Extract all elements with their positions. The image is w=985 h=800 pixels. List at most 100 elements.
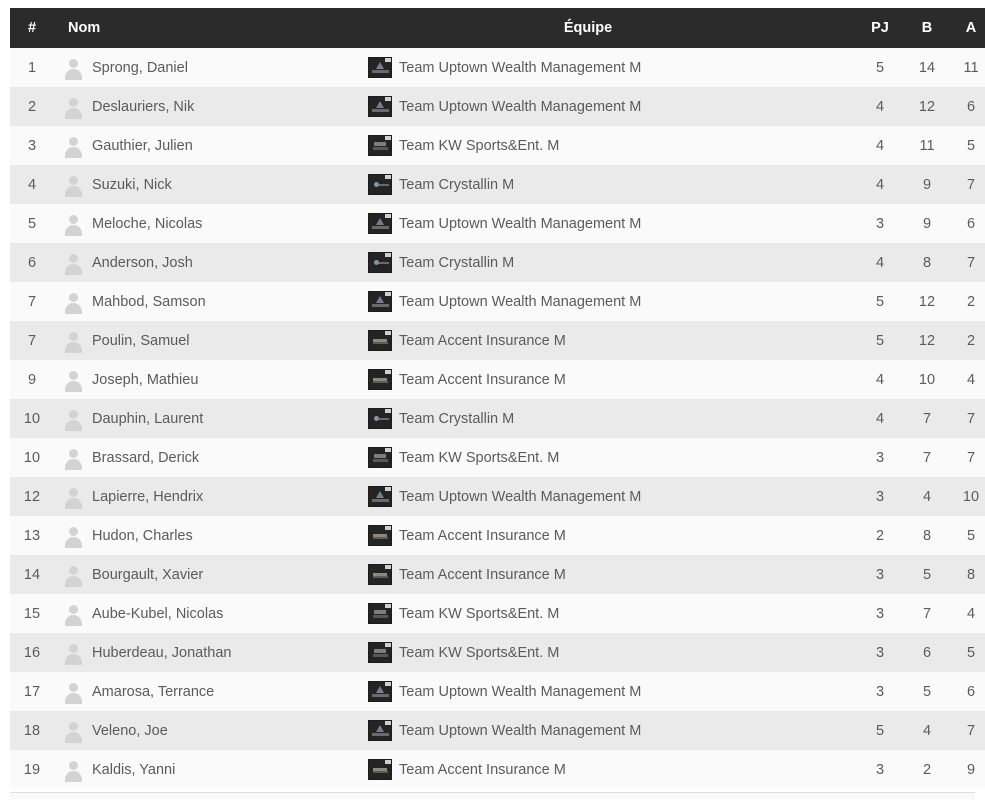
column-header-games[interactable]: PJ — [856, 8, 904, 48]
cell-games: 4 — [875, 98, 885, 115]
player-name-label[interactable]: Meloche, Nicolas — [92, 216, 202, 232]
team-name-label[interactable]: Team Uptown Wealth Management M — [399, 216, 641, 232]
player-name-label[interactable]: Veleno, Joe — [92, 723, 168, 739]
team-name-label[interactable]: Team Accent Insurance M — [399, 528, 566, 544]
table-row[interactable]: 9 Joseph, Mathieu Team Accent Insurance M 4… — [10, 360, 985, 399]
cell-games: 4 — [875, 371, 885, 388]
person-avatar-icon — [62, 291, 84, 314]
team-cell-content: Team Accent Insurance M — [368, 330, 856, 351]
team-cell-content: Team Uptown Wealth Management M — [368, 213, 856, 234]
person-avatar-icon — [62, 720, 84, 743]
team-cell-content: Team Crystallin M — [368, 408, 856, 429]
cell-assists: 7 — [966, 410, 976, 427]
table-row[interactable]: 17 Amarosa, Terrance Team Uptown Wealth Ma… — [10, 672, 985, 711]
cell-goals: 7 — [922, 605, 932, 622]
team-name-label[interactable]: Team KW Sports&Ent. M — [399, 606, 559, 622]
team-cell-content: Team Uptown Wealth Management M — [368, 681, 856, 702]
player-name-label[interactable]: Gauthier, Julien — [92, 138, 193, 154]
player-name-label[interactable]: Huberdeau, Jonathan — [92, 645, 231, 661]
cell-assists: 8 — [966, 566, 976, 583]
player-name-label[interactable]: Suzuki, Nick — [92, 177, 172, 193]
table-row[interactable]: 12 Lapierre, Hendrix Team Uptown Wealth Ma… — [10, 477, 985, 516]
player-name-label[interactable]: Aube-Kubel, Nicolas — [92, 606, 223, 622]
team-name-label[interactable]: Team Uptown Wealth Management M — [399, 684, 641, 700]
cell-team: Team Crystallin M — [368, 165, 856, 204]
table-row[interactable]: 15 Aube-Kubel, Nicolas Team KW Sports&Ent.… — [10, 594, 985, 633]
column-header-rank[interactable]: # — [10, 8, 54, 48]
column-header-team[interactable]: Équipe — [368, 8, 856, 48]
person-avatar-icon — [62, 525, 84, 548]
person-avatar-icon — [62, 564, 84, 587]
team-logo-icon — [368, 135, 392, 156]
table-row[interactable]: 7 Mahbod, Samson Team Uptown Wealth Manage… — [10, 282, 985, 321]
team-logo-icon — [368, 369, 392, 390]
player-name-label[interactable]: Sprong, Daniel — [92, 60, 188, 76]
team-name-label[interactable]: Team Accent Insurance M — [399, 762, 566, 778]
table-row[interactable]: 3 Gauthier, Julien Team KW Sports&Ent. M 4 1… — [10, 126, 985, 165]
player-cell-content: Lapierre, Hendrix — [62, 486, 368, 509]
team-logo-icon — [368, 720, 392, 741]
team-name-label[interactable]: Team Accent Insurance M — [399, 567, 566, 583]
player-name-label[interactable]: Anderson, Josh — [92, 255, 193, 271]
table-row[interactable]: 5 Meloche, Nicolas Team Uptown Wealth Mana… — [10, 204, 985, 243]
team-name-label[interactable]: Team Uptown Wealth Management M — [399, 99, 641, 115]
team-name-label[interactable]: Team Crystallin M — [399, 411, 514, 427]
team-name-label[interactable]: Team Crystallin M — [399, 255, 514, 271]
table-row[interactable]: 1 Sprong, Daniel Team Uptown Wealth Manage… — [10, 48, 985, 87]
table-row[interactable]: 4Suzuki, NickTeam Crystallin M49716 — [10, 165, 985, 204]
person-avatar-icon — [62, 96, 84, 119]
player-name-label[interactable]: Amarosa, Terrance — [92, 684, 214, 700]
table-row[interactable]: 7 Poulin, Samuel Team Accent Insurance M 5 1… — [10, 321, 985, 360]
cell-games: 3 — [875, 761, 885, 778]
table-row[interactable]: 13 Hudon, Charles Team Accent Insurance M 2… — [10, 516, 985, 555]
player-name-label[interactable]: Brassard, Derick — [92, 450, 199, 466]
person-avatar-icon — [62, 174, 84, 197]
column-header-assists[interactable]: A — [950, 8, 985, 48]
cell-player: Lapierre, Hendrix — [54, 477, 368, 516]
cell-games: 3 — [875, 566, 885, 583]
player-name-label[interactable]: Deslauriers, Nik — [92, 99, 194, 115]
team-name-label[interactable]: Team Accent Insurance M — [399, 372, 566, 388]
table-row[interactable]: 19 Kaldis, Yanni Team Accent Insurance M 3 2… — [10, 750, 985, 789]
player-name-label[interactable]: Poulin, Samuel — [92, 333, 190, 349]
player-name-label[interactable]: Lapierre, Hendrix — [92, 489, 203, 505]
player-name-label[interactable]: Joseph, Mathieu — [92, 372, 198, 388]
cell-team: Team Uptown Wealth Management M — [368, 87, 856, 126]
team-name-label[interactable]: Team Uptown Wealth Management M — [399, 294, 641, 310]
cell-goals: 7 — [922, 410, 932, 427]
table-row[interactable]: 10 Brassard, Derick Team KW Sports&Ent. M 3… — [10, 438, 985, 477]
team-name-label[interactable]: Team KW Sports&Ent. M — [399, 450, 559, 466]
table-row[interactable]: 6Anderson, JoshTeam Crystallin M48715 — [10, 243, 985, 282]
cell-games: 3 — [875, 644, 885, 661]
team-name-label[interactable]: Team Uptown Wealth Management M — [399, 723, 641, 739]
player-cell-content: Amarosa, Terrance — [62, 681, 368, 704]
column-header-goals[interactable]: B — [904, 8, 950, 48]
team-name-label[interactable]: Team Crystallin M — [399, 177, 514, 193]
table-row[interactable]: 14 Bourgault, Xavier Team Accent Insurance… — [10, 555, 985, 594]
team-name-label[interactable]: Team KW Sports&Ent. M — [399, 645, 559, 661]
player-name-label[interactable]: Hudon, Charles — [92, 528, 193, 544]
cell-player: Joseph, Mathieu — [54, 360, 368, 399]
cell-rank: 16 — [23, 644, 41, 661]
player-standings-table-wrapper: # Nom Équipe PJ B A PTS 1 Sprong, Daniel T… — [10, 8, 985, 789]
player-cell-content: Meloche, Nicolas — [62, 213, 368, 236]
team-name-label[interactable]: Team Accent Insurance M — [399, 333, 566, 349]
table-row[interactable]: 10Dauphin, LaurentTeam Crystallin M47714 — [10, 399, 985, 438]
team-name-label[interactable]: Team Uptown Wealth Management M — [399, 60, 641, 76]
person-avatar-icon — [62, 408, 84, 431]
table-row[interactable]: 16 Huberdeau, Jonathan Team KW Sports&Ent.… — [10, 633, 985, 672]
cell-player: Veleno, Joe — [54, 711, 368, 750]
player-name-label[interactable]: Bourgault, Xavier — [92, 567, 203, 583]
player-name-label[interactable]: Kaldis, Yanni — [92, 762, 175, 778]
cell-assists: 9 — [966, 761, 976, 778]
table-row[interactable]: 18 Veleno, Joe Team Uptown Wealth Manageme… — [10, 711, 985, 750]
team-name-label[interactable]: Team Uptown Wealth Management M — [399, 489, 641, 505]
team-name-label[interactable]: Team KW Sports&Ent. M — [399, 138, 559, 154]
team-logo-icon — [368, 174, 392, 195]
column-header-name[interactable]: Nom — [54, 8, 368, 48]
cell-goals: 8 — [922, 254, 932, 271]
cell-goals: 12 — [918, 98, 936, 115]
table-row[interactable]: 2 Deslauriers, Nik Team Uptown Wealth Mana… — [10, 87, 985, 126]
player-name-label[interactable]: Dauphin, Laurent — [92, 411, 203, 427]
player-name-label[interactable]: Mahbod, Samson — [92, 294, 206, 310]
